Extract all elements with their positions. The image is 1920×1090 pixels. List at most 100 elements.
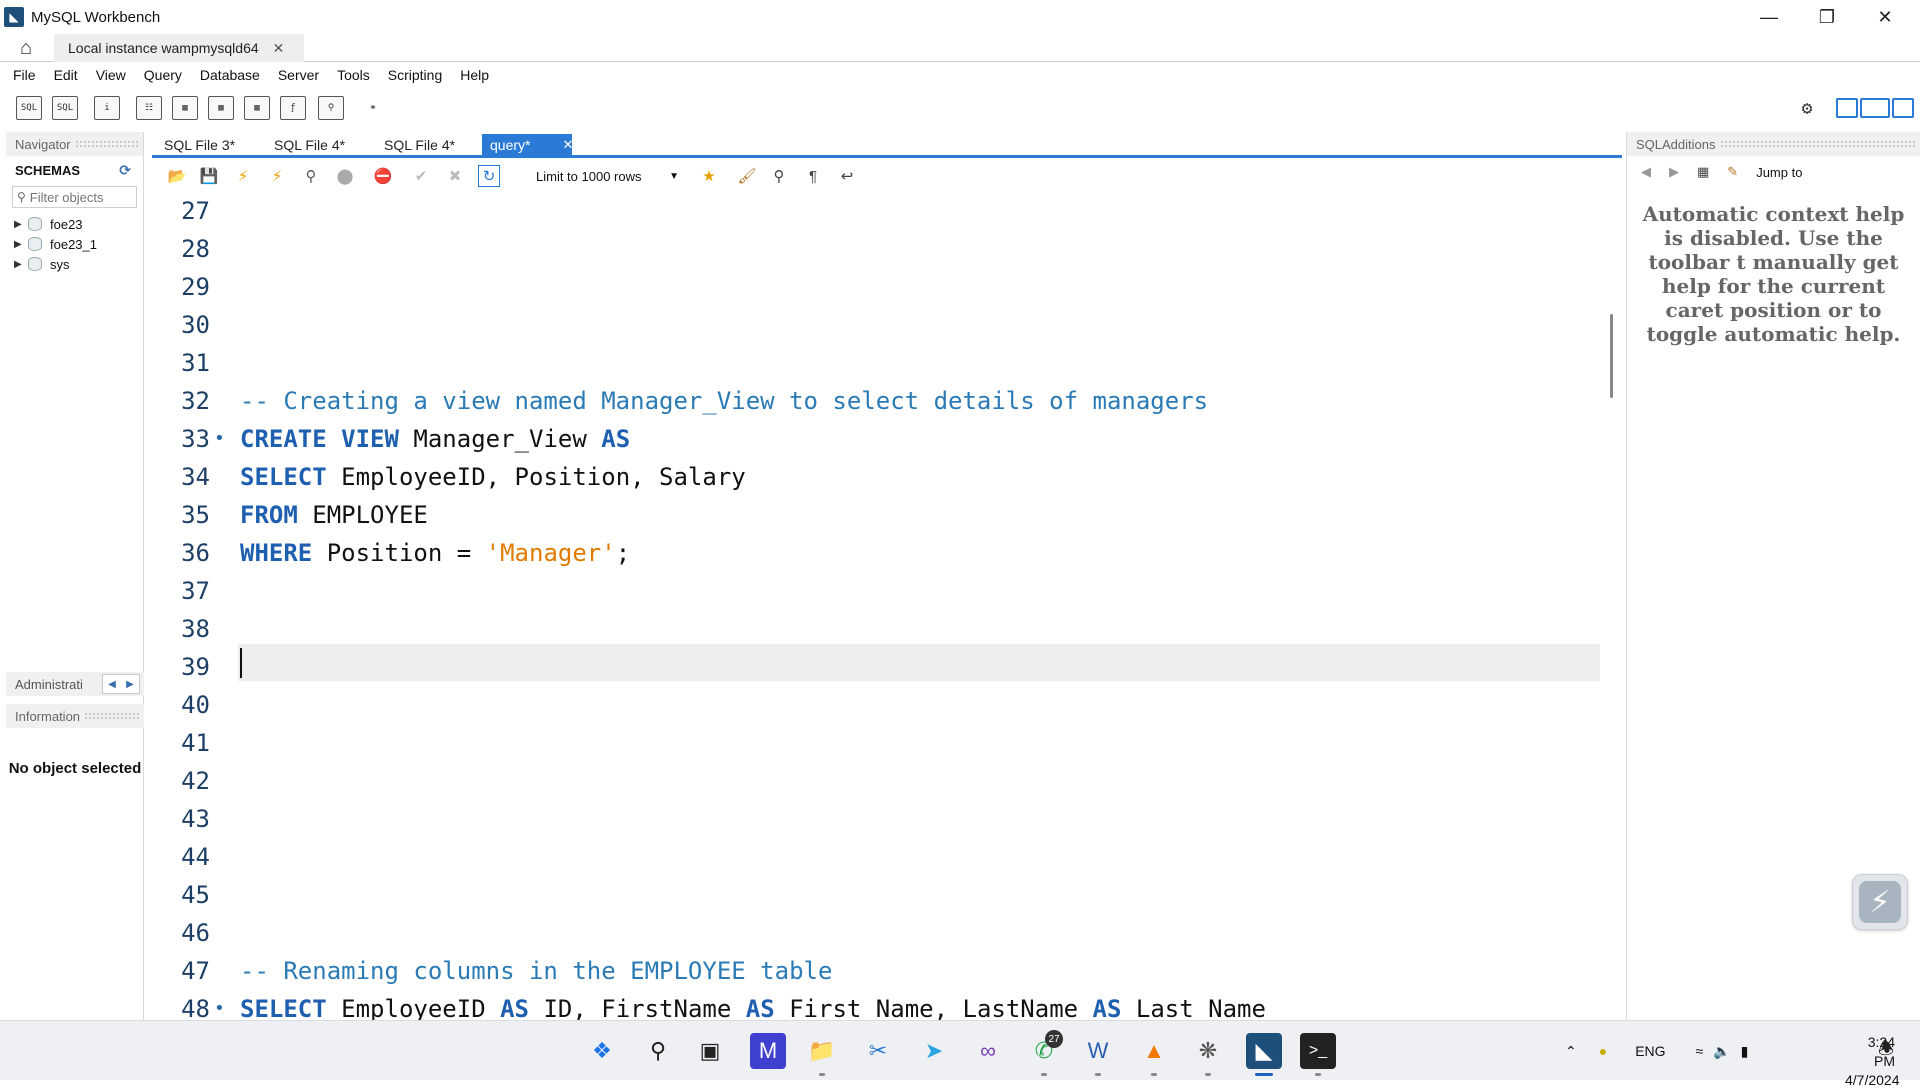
code-line[interactable]: 45: [152, 876, 1602, 914]
tab-sql-file-3[interactable]: SQL File 3*: [156, 134, 235, 156]
sql-editor[interactable]: 27 28 29 30 31 32 -- Creating a view named Man…: [152, 192, 1602, 1020]
expand-arrow-icon[interactable]: ▶: [14, 219, 28, 230]
language-indicator[interactable]: ENG: [1635, 1043, 1665, 1059]
filter-objects-input[interactable]: [29, 189, 130, 205]
schema-item[interactable]: ▶ foe23: [6, 214, 143, 234]
toggle-sidebar-icon[interactable]: [1836, 98, 1858, 118]
code-line[interactable]: 33 • CREATE VIEW Manager_View AS: [152, 420, 1602, 458]
forward-icon[interactable]: ▶: [1669, 164, 1679, 180]
code-line[interactable]: 30: [152, 306, 1602, 344]
code-line[interactable]: 46: [152, 914, 1602, 952]
menu-help[interactable]: Help: [451, 67, 498, 83]
app-tray-icon[interactable]: ●: [1599, 1043, 1607, 1059]
execute-icon[interactable]: ⚡: [232, 165, 254, 187]
start-windows-icon[interactable]: ❖: [584, 1033, 620, 1069]
code-line[interactable]: 38: [152, 610, 1602, 648]
toggle-error-icon[interactable]: ⛔: [372, 165, 394, 187]
code-line[interactable]: 47 -- Renaming columns in the EMPLOYEE ta…: [152, 952, 1602, 990]
code-line[interactable]: 34 SELECT EmployeeID, Position, Salary: [152, 458, 1602, 496]
code-line[interactable]: 31: [152, 344, 1602, 382]
filter-objects-field[interactable]: ⚲: [12, 186, 137, 208]
battery-icon[interactable]: ▮: [1741, 1043, 1749, 1060]
menu-scripting[interactable]: Scripting: [379, 67, 451, 83]
toggle-secondary-sidebar-icon[interactable]: [1892, 98, 1914, 118]
restore-button[interactable]: ❐: [1798, 0, 1856, 34]
floating-assistant-button[interactable]: ⚡: [1852, 874, 1908, 930]
close-tab-icon[interactable]: ✕: [562, 137, 573, 153]
code-line[interactable]: 27: [152, 192, 1602, 230]
manual-help-icon[interactable]: ▦: [1697, 164, 1709, 180]
search-table-data-icon[interactable]: ⚲: [318, 96, 344, 120]
auto-help-icon[interactable]: ✎: [1727, 164, 1738, 180]
menu-database[interactable]: Database: [191, 67, 269, 83]
code-line[interactable]: 40: [152, 686, 1602, 724]
open-file-icon[interactable]: 📂: [166, 165, 188, 187]
close-tab-icon[interactable]: ✕: [273, 40, 285, 57]
toggle-output-icon[interactable]: [1860, 98, 1890, 118]
save-icon[interactable]: 💾: [198, 165, 220, 187]
code-line[interactable]: 35 FROM EMPLOYEE: [152, 496, 1602, 534]
previous-tab-icon[interactable]: ◀: [103, 675, 121, 693]
limit-rows-select[interactable]: Limit to 1000 rows ▼: [530, 165, 685, 187]
expand-arrow-icon[interactable]: ▶: [14, 259, 28, 270]
code-line[interactable]: 39: [152, 648, 1602, 686]
schema-item[interactable]: ▶ sys: [6, 254, 143, 274]
next-tab-icon[interactable]: ▶: [121, 675, 139, 693]
code-line[interactable]: 36 WHERE Position = 'Manager';: [152, 534, 1602, 572]
explain-icon[interactable]: ⚲: [300, 165, 322, 187]
settings-gear-icon[interactable]: ⚙: [1794, 96, 1820, 120]
mysql-workbench-taskbar-icon[interactable]: ◣: [1246, 1033, 1282, 1076]
code-line[interactable]: 32 -- Creating a view named Manager_View …: [152, 382, 1602, 420]
app-visual-studio-code-icon[interactable]: M: [750, 1033, 786, 1069]
telegram-icon[interactable]: ➤: [916, 1033, 952, 1069]
word-wrap-icon[interactable]: ↩: [836, 165, 858, 187]
wifi-icon[interactable]: ≈: [1696, 1043, 1704, 1059]
search-icon[interactable]: ⚲: [640, 1033, 676, 1069]
code-line[interactable]: 41: [152, 724, 1602, 762]
code-line[interactable]: 43: [152, 800, 1602, 838]
create-table-icon[interactable]: ▦: [172, 96, 198, 120]
code-line[interactable]: 37: [152, 572, 1602, 610]
administration-tab[interactable]: Administrati ◀ ▶: [6, 672, 144, 696]
inspector-icon[interactable]: i: [94, 96, 120, 120]
menu-file[interactable]: File: [4, 67, 45, 83]
code-line[interactable]: 28: [152, 230, 1602, 268]
refresh-icon[interactable]: ⟳: [119, 162, 131, 179]
word-icon[interactable]: W: [1080, 1033, 1116, 1076]
schema-item[interactable]: ▶ foe23_1: [6, 234, 143, 254]
code-line[interactable]: 42: [152, 762, 1602, 800]
tab-sql-file-4[interactable]: SQL File 4*: [266, 134, 345, 156]
home-icon[interactable]: ⌂: [12, 36, 40, 60]
create-view-icon[interactable]: ▦: [208, 96, 234, 120]
menu-server[interactable]: Server: [269, 67, 328, 83]
tab-query[interactable]: query* ✕: [482, 134, 573, 156]
menu-tools[interactable]: Tools: [328, 67, 379, 83]
execute-current-icon[interactable]: ⚡: [266, 165, 288, 187]
terminal-icon[interactable]: >_: [1300, 1033, 1336, 1076]
back-icon[interactable]: ◀: [1641, 164, 1651, 180]
create-procedure-icon[interactable]: ▦: [244, 96, 270, 120]
tab-sql-file-4b[interactable]: SQL File 4*: [376, 134, 455, 156]
code-line[interactable]: 44: [152, 838, 1602, 876]
create-function-icon[interactable]: ƒ: [280, 96, 306, 120]
visual-studio-icon[interactable]: ∞: [970, 1033, 1006, 1069]
notifications-bell-icon[interactable]: 🕭: [1868, 1033, 1904, 1069]
expand-arrow-icon[interactable]: ▶: [14, 239, 28, 250]
minimize-button[interactable]: —: [1740, 0, 1798, 34]
stop-icon[interactable]: ⬤: [334, 165, 356, 187]
menu-edit[interactable]: Edit: [45, 67, 87, 83]
snipping-tool-icon[interactable]: ✂: [860, 1033, 896, 1069]
beautify-icon[interactable]: 🖌: [736, 165, 758, 187]
commit-icon[interactable]: ✔: [410, 165, 432, 187]
connection-tab[interactable]: Local instance wampmysqld64 ✕: [54, 34, 304, 62]
new-sql-tab-icon[interactable]: SQL: [16, 96, 42, 120]
menu-query[interactable]: Query: [135, 67, 191, 83]
show-hidden-icons-icon[interactable]: ⌃: [1565, 1043, 1577, 1060]
find-icon[interactable]: ⚲: [768, 165, 790, 187]
code-line[interactable]: 29: [152, 268, 1602, 306]
create-schema-icon[interactable]: ☷: [136, 96, 162, 120]
volume-icon[interactable]: 🔈: [1713, 1043, 1730, 1060]
menu-view[interactable]: View: [87, 67, 135, 83]
autocommit-icon[interactable]: ↻: [478, 165, 500, 187]
reconnect-icon[interactable]: ⚭: [360, 96, 386, 120]
